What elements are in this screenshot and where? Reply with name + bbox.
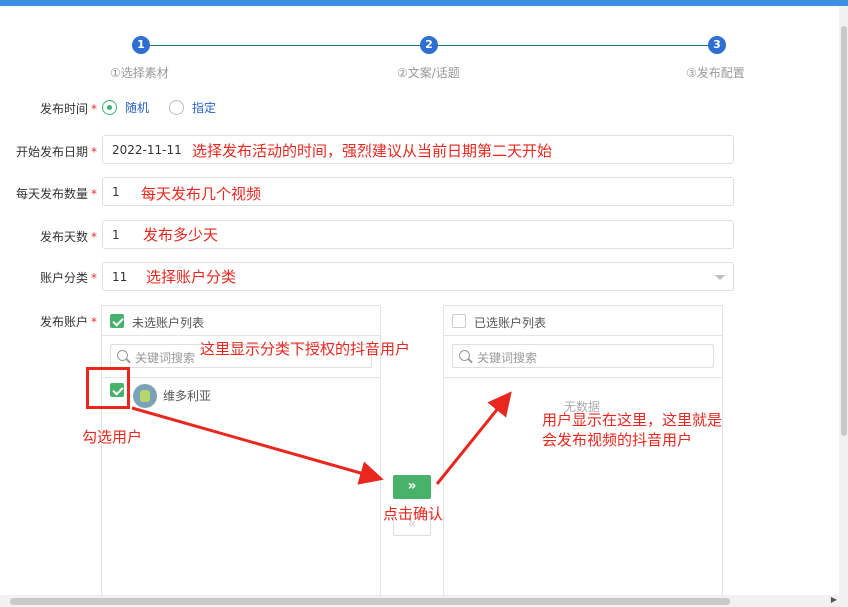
arrow-to-confirm	[131, 406, 384, 485]
scroll-right-icon[interactable]: ▶	[831, 595, 837, 604]
horizontal-scrollbar[interactable]: ▶	[0, 595, 839, 607]
arrow-to-selected	[435, 391, 512, 485]
scroll-thumb[interactable]	[10, 598, 730, 605]
vertical-scrollbar[interactable]	[839, 6, 848, 607]
scroll-thumb[interactable]	[841, 26, 847, 436]
annotation-arrows	[131, 391, 512, 485]
